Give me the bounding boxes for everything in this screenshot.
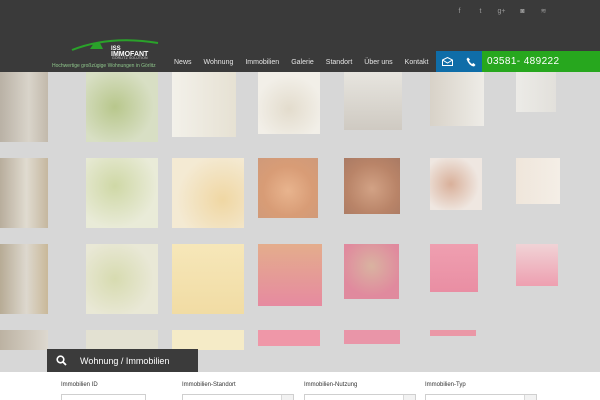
rss-icon[interactable]: ≋ [533,5,554,17]
site-logo[interactable]: ISS IMMOFANT GÖRLITZ SOLUTION [70,35,160,60]
hero-tile [430,244,478,292]
site-tagline: Hochwertige großzügige Wohnungen in Görl… [52,63,156,69]
hero-tile [344,330,400,344]
hero-tile [430,330,476,336]
contact-bar: 03581- 489222 [436,51,600,72]
nutzung-select[interactable] [304,394,416,400]
hero-tile [0,244,48,314]
hero-tile [344,72,402,130]
nav-item-immobilien[interactable]: Immobilien [239,59,285,66]
hero-tile [0,158,48,228]
google-plus-icon[interactable]: g+ [491,5,512,17]
email-icon[interactable] [436,51,459,72]
hero-tile [258,72,320,134]
hero-tile [516,158,560,204]
hero-tile [516,72,556,112]
phone-number[interactable]: 03581- 489222 [482,51,600,72]
search-panel: Immobilien ID Immobilien-Standort Immobi… [0,372,600,400]
hero-tile [172,72,236,137]
field-label: Immobilien ID [61,382,98,388]
typ-select[interactable] [425,394,537,400]
phone-icon[interactable] [459,51,482,72]
hero-tile [86,330,158,350]
search-tab[interactable]: Wohnung / Immobilien [47,349,198,372]
hero-tile [516,244,558,286]
hero-tile [430,72,484,126]
chevron-down-icon [403,395,415,400]
nav-item-wohnung[interactable]: Wohnung [198,59,240,66]
hero-tile [258,244,322,306]
nav-item-galerie[interactable]: Galerie [285,59,320,66]
standort-select[interactable] [182,394,294,400]
hero-tile [172,330,244,350]
hero-tile [86,72,158,142]
main-nav: News Wohnung Immobilien Galerie Standort… [168,52,434,72]
search-tab-label: Wohnung / Immobilien [80,355,170,366]
chevron-down-icon [524,395,536,400]
nav-item-news[interactable]: News [168,59,198,66]
hero-tile [344,158,400,214]
hero-mosaic [0,72,600,372]
nav-item-kontakt[interactable]: Kontakt [399,59,435,66]
hero-tile [86,158,158,228]
field-label: Immobilien-Nutzung [304,382,358,388]
hero-tile [344,244,399,299]
hero-tile [0,330,48,350]
hero-tile [258,330,320,346]
search-icon [47,349,75,372]
field-immobilien-standort: Immobilien-Standort [182,382,294,400]
hero-tile [430,158,482,210]
twitter-icon[interactable]: t [470,5,491,17]
hero-tile [172,158,244,228]
nav-item-ueber-uns[interactable]: Über uns [358,59,398,66]
social-links: f t g+ ◙ ≋ [449,5,554,17]
site-header: f t g+ ◙ ≋ ISS IMMOFANT GÖRLITZ SOLUTION… [0,0,600,72]
field-label: Immobilien-Standort [182,382,236,388]
field-immobilien-typ: Immobilien-Typ [425,382,537,400]
instagram-icon[interactable]: ◙ [512,5,533,17]
field-label: Immobilien-Typ [425,382,466,388]
field-immobilien-id: Immobilien ID [61,382,146,400]
chevron-down-icon [281,395,293,400]
field-immobilien-nutzung: Immobilien-Nutzung [304,382,416,400]
hero-tile [258,158,318,218]
facebook-icon[interactable]: f [449,5,470,17]
logo-subtitle: GÖRLITZ SOLUTION [112,56,148,60]
hero-tile [86,244,158,314]
hero-tile [0,72,48,142]
nav-item-standort[interactable]: Standort [320,59,358,66]
hero-tile [172,244,244,314]
immobilien-id-input[interactable] [61,394,146,400]
